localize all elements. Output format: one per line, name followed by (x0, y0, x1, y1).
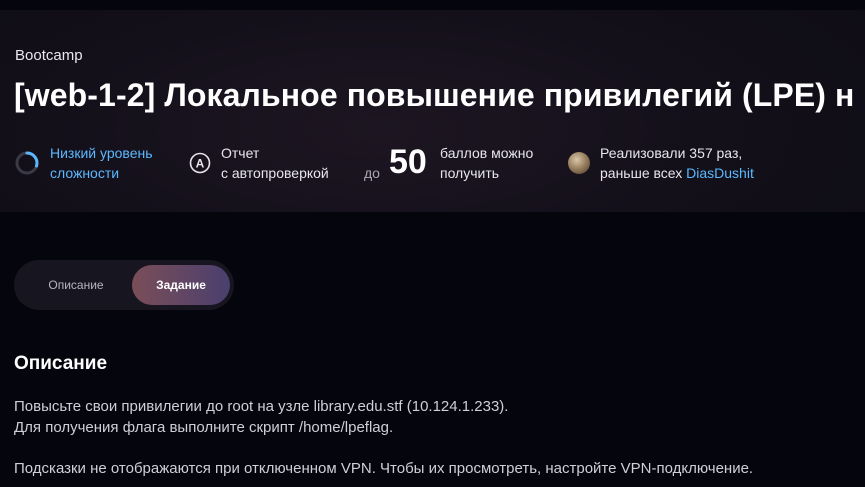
points-value: 50 (389, 143, 427, 181)
report-line1: Отчет (221, 145, 260, 161)
tab-switcher: Описание Задание (14, 260, 234, 310)
auto-check-icon: A (189, 152, 211, 174)
avatar[interactable] (568, 152, 590, 174)
breadcrumb[interactable]: Bootcamp (15, 47, 83, 64)
difficulty-line1: Низкий уровень (50, 145, 153, 161)
difficulty-line2: сложности (50, 165, 120, 181)
report-line2: с автопроверкой (221, 165, 329, 181)
points-prefix: до (364, 165, 380, 181)
tab-description[interactable]: Описание (20, 265, 132, 305)
points-line2: получить (440, 165, 500, 181)
section-title: Описание (14, 353, 108, 374)
top-bar (0, 0, 865, 10)
solved-label: Реализовали 357 раз, раньше всех DiasDus… (600, 143, 754, 183)
first-solver-prefix: раньше всех (600, 165, 683, 181)
points-label: баллов можно получить (440, 143, 533, 183)
page-title: [web-1-2] Локальное повышение привилегий… (14, 77, 855, 113)
svg-text:A: A (196, 157, 205, 171)
page: Bootcamp [web-1-2] Локальное повышение п… (0, 0, 865, 487)
solved-line1: Реализовали 357 раз, (600, 145, 743, 161)
points-line1: баллов можно (440, 145, 534, 161)
description-line-2: Для получения флага выполните скрипт /ho… (14, 419, 394, 436)
first-solver-link[interactable]: DiasDushit (686, 165, 754, 181)
difficulty-label: Низкий уровень сложности (50, 143, 153, 183)
report-label: Отчет с автопроверкой (221, 143, 329, 183)
description-line-1: Повысьте свои привилегии до root на узле… (14, 398, 509, 415)
difficulty-ring-icon (15, 151, 39, 175)
vpn-hint: Подсказки не отображаются при отключенно… (14, 460, 754, 477)
tab-task[interactable]: Задание (132, 265, 230, 305)
solved-line2: раньше всех DiasDushit (600, 163, 754, 183)
